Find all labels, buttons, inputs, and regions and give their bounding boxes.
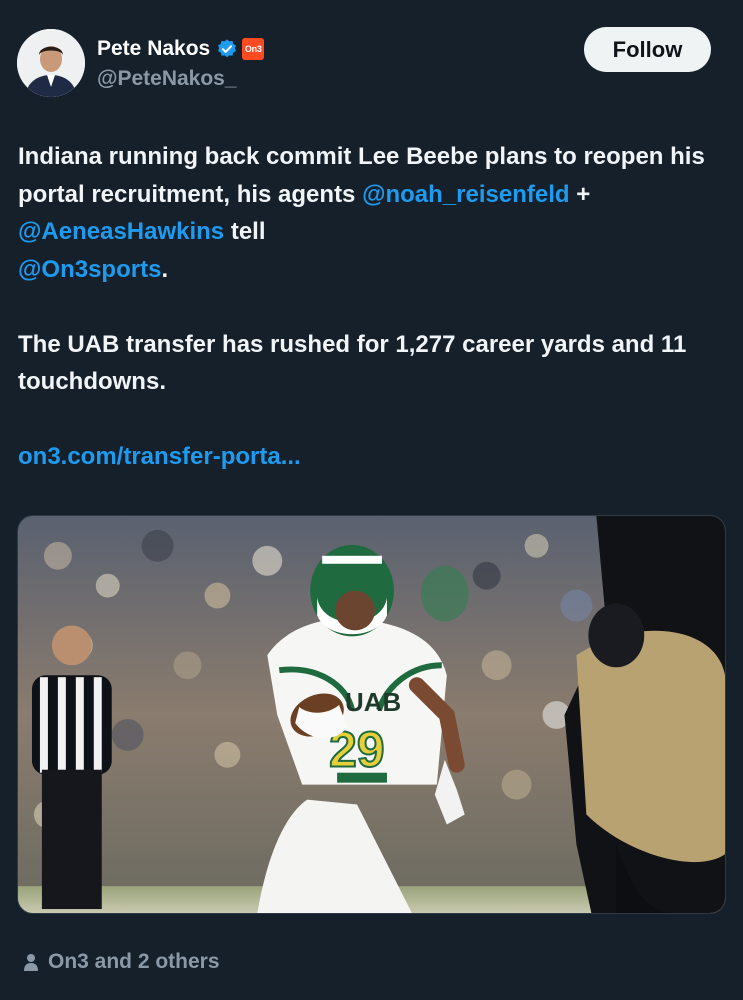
tell-text: tell (224, 218, 266, 245)
social-context[interactable]: On3 and 2 others (22, 950, 220, 974)
plus-text: + (569, 180, 591, 208)
social-context-text[interactable]: On3 and 2 others (48, 950, 220, 974)
article-link[interactable]: on3.com/transfer-porta... (18, 443, 301, 470)
tweet-paragraph-2: The UAB transfer has rushed for 1,277 ca… (18, 330, 687, 396)
org-badge-icon[interactable]: On3 (242, 38, 265, 60)
mention-noah-reisenfeld[interactable]: @noah_reisenfeld (362, 181, 569, 208)
avatar[interactable] (17, 29, 85, 97)
follow-button[interactable]: Follow (584, 27, 711, 72)
tweet-text: Indiana running back commit Lee Beebe pl… (18, 138, 708, 476)
display-name[interactable]: Pete Nakos (97, 37, 210, 61)
person-icon (22, 952, 40, 972)
mention-on3sports[interactable]: @On3sports (18, 256, 161, 283)
jersey-text: UAB (345, 689, 401, 717)
mention-aeneas-hawkins[interactable]: @AeneasHawkins (18, 218, 224, 245)
handle[interactable]: @PeteNakos_ (97, 67, 264, 91)
tweet-photo[interactable]: UAB 29 (17, 515, 726, 914)
period-text: . (161, 255, 169, 283)
tweet-header: Pete Nakos On3 @PeteNakos_ Follow (17, 27, 711, 99)
verified-badge-icon (216, 38, 238, 60)
